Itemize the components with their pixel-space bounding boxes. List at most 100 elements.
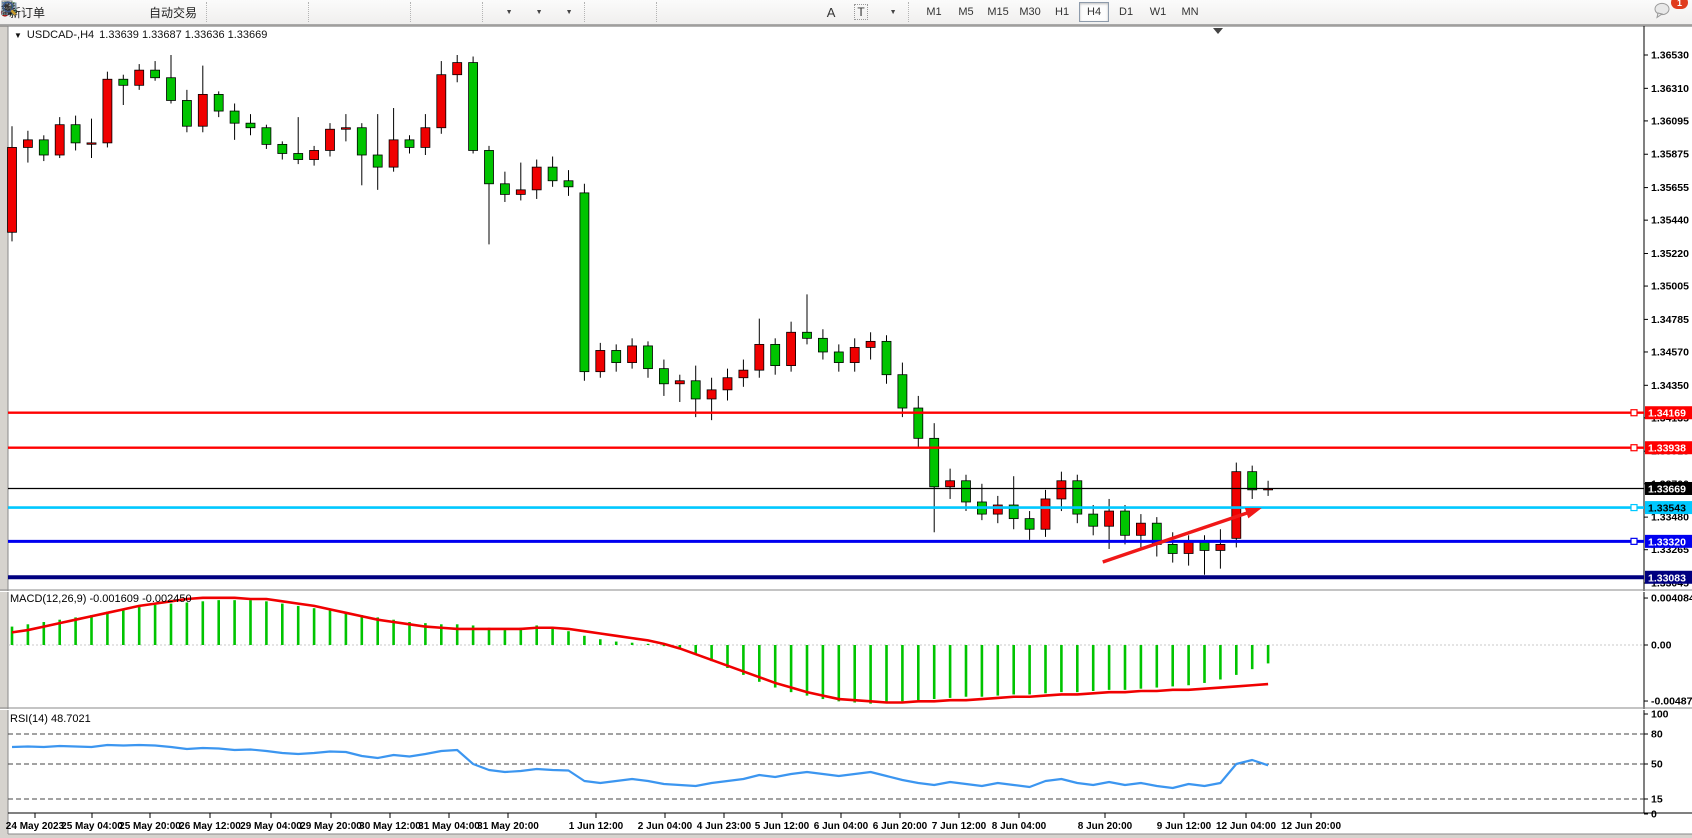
candle (405, 140, 414, 148)
candle (596, 350, 605, 371)
candle (850, 347, 859, 362)
profile-button[interactable] (82, 0, 112, 24)
support-line-2-handle[interactable] (1631, 538, 1637, 544)
toolbar-separator (656, 2, 664, 22)
auto-scroll-button[interactable] (420, 0, 450, 24)
auto-trading-label: 自动交易 (149, 4, 197, 21)
time-tick-label: 26 May 12:00 (179, 821, 241, 832)
candle (437, 75, 446, 128)
price-tick-label: 1.35005 (1651, 281, 1689, 293)
auto-trading-button[interactable]: 自动交易 (142, 0, 204, 24)
candle (1057, 481, 1066, 499)
candle (898, 375, 907, 408)
notifications-button[interactable]: 1 (1652, 0, 1682, 24)
candle (962, 481, 971, 502)
main-toolbar: 新订单 自动交易 (0, 0, 1692, 25)
chart-window-title[interactable]: ▼ USDCAD-,H4 1.33639 1.33687 1.33636 1.3… (14, 29, 267, 41)
candle (373, 155, 382, 167)
candle (119, 79, 128, 85)
time-tick-label: 30 May 12:00 (359, 821, 421, 832)
timeframe-M5[interactable]: M5 (951, 2, 981, 22)
timeframe-D1[interactable]: D1 (1111, 2, 1141, 22)
price-tick-label: 1.35440 (1651, 215, 1689, 227)
candle (1168, 544, 1177, 553)
candle (182, 100, 191, 126)
candle (421, 128, 430, 148)
support-line-2-price-label: 1.33320 (1648, 536, 1686, 548)
time-tick-label: 4 Jun 23:00 (697, 821, 752, 832)
text-tool-button[interactable]: A (816, 0, 846, 24)
rsi-axis-label: 80 (1651, 729, 1663, 741)
text-t-icon: T (854, 4, 867, 20)
candle (1232, 472, 1241, 539)
bid-price-line-price-label: 1.33669 (1648, 483, 1686, 495)
time-tick-label: 29 May 20:00 (300, 821, 362, 832)
price-tick-label: 1.34570 (1651, 346, 1689, 358)
timeframe-H4[interactable]: H4 (1079, 2, 1109, 22)
candle (214, 94, 223, 111)
timeframe-M30[interactable]: M30 (1015, 2, 1045, 22)
tile-windows-button[interactable] (378, 0, 408, 24)
chart-shift-button[interactable] (450, 0, 480, 24)
candle (8, 147, 17, 232)
resistance-line-2-price-label: 1.33938 (1648, 443, 1686, 455)
periods-button[interactable]: ▼ (522, 0, 552, 24)
text-label-tool-button[interactable]: T (846, 0, 876, 24)
candle (532, 167, 541, 190)
time-tick-label: 9 Jun 12:00 (1157, 821, 1212, 832)
macd-axis-label: -0.004872 (1651, 696, 1692, 708)
candle (1216, 544, 1225, 550)
resistance-line-1-handle[interactable] (1631, 410, 1637, 416)
timeframe-H1[interactable]: H1 (1047, 2, 1077, 22)
candle (294, 153, 303, 159)
candle (1025, 519, 1034, 530)
horizontal-line-tool-button[interactable] (696, 0, 726, 24)
fibonacci-tool-button[interactable]: F (786, 0, 816, 24)
channel-tool-button[interactable]: E (756, 0, 786, 24)
timeframe-MN[interactable]: MN (1175, 2, 1205, 22)
templates-button[interactable]: ▼ (552, 0, 582, 24)
candle (866, 341, 875, 347)
text-a-icon: A (827, 5, 836, 20)
collapse-triangle-icon: ▼ (14, 31, 22, 40)
trendline-tool-button[interactable] (726, 0, 756, 24)
time-tick-label: 25 May 04:00 (61, 821, 123, 832)
candle (1248, 472, 1257, 490)
candle (500, 184, 509, 195)
publisher-button[interactable] (52, 0, 82, 24)
zoom-in-button[interactable] (318, 0, 348, 24)
chevron-down-icon: ▼ (890, 9, 897, 16)
line-chart-mode-button[interactable] (276, 0, 306, 24)
time-tick-label: 12 Jun 04:00 (1216, 821, 1276, 832)
support-line-1-handle[interactable] (1631, 505, 1637, 511)
arrows-tool-button[interactable]: ▼ (876, 0, 906, 24)
timeframe-M15[interactable]: M15 (983, 2, 1013, 22)
indicators-button[interactable]: ▼ (492, 0, 522, 24)
rsi-axis-label: 15 (1651, 794, 1663, 806)
macd-axis-label: 0.00 (1651, 640, 1672, 652)
toolbar-separator (584, 2, 592, 22)
resistance-line-2-handle[interactable] (1631, 445, 1637, 451)
price-tick-label: 1.36095 (1651, 115, 1689, 127)
time-tick-label: 1 Jun 12:00 (569, 821, 624, 832)
toolbar-separator (410, 2, 418, 22)
candle (485, 150, 494, 183)
notification-badge: 1 (1671, 0, 1688, 9)
zoom-out-button[interactable] (348, 0, 378, 24)
chart-canvas[interactable]: 1.365301.363101.360951.358751.356551.354… (0, 0, 1692, 838)
vertical-line-tool-button[interactable] (666, 0, 696, 24)
macd-indicator-label: MACD(12,26,9) -0.001609 -0.002450 (10, 593, 192, 605)
timeframe-M1[interactable]: M1 (919, 2, 949, 22)
bar-chart-mode-button[interactable] (216, 0, 246, 24)
search-button[interactable] (1616, 0, 1646, 24)
candle (612, 350, 621, 362)
cursor-tool-button[interactable] (594, 0, 624, 24)
timeframe-W1[interactable]: W1 (1143, 2, 1173, 22)
candle (453, 63, 462, 75)
time-tick-label: 12 Jun 20:00 (1281, 821, 1341, 832)
candle (167, 78, 176, 101)
time-tick-label: 31 May 20:00 (477, 821, 539, 832)
signal-button[interactable] (112, 0, 142, 24)
crosshair-tool-button[interactable] (624, 0, 654, 24)
candlestick-mode-button[interactable] (246, 0, 276, 24)
